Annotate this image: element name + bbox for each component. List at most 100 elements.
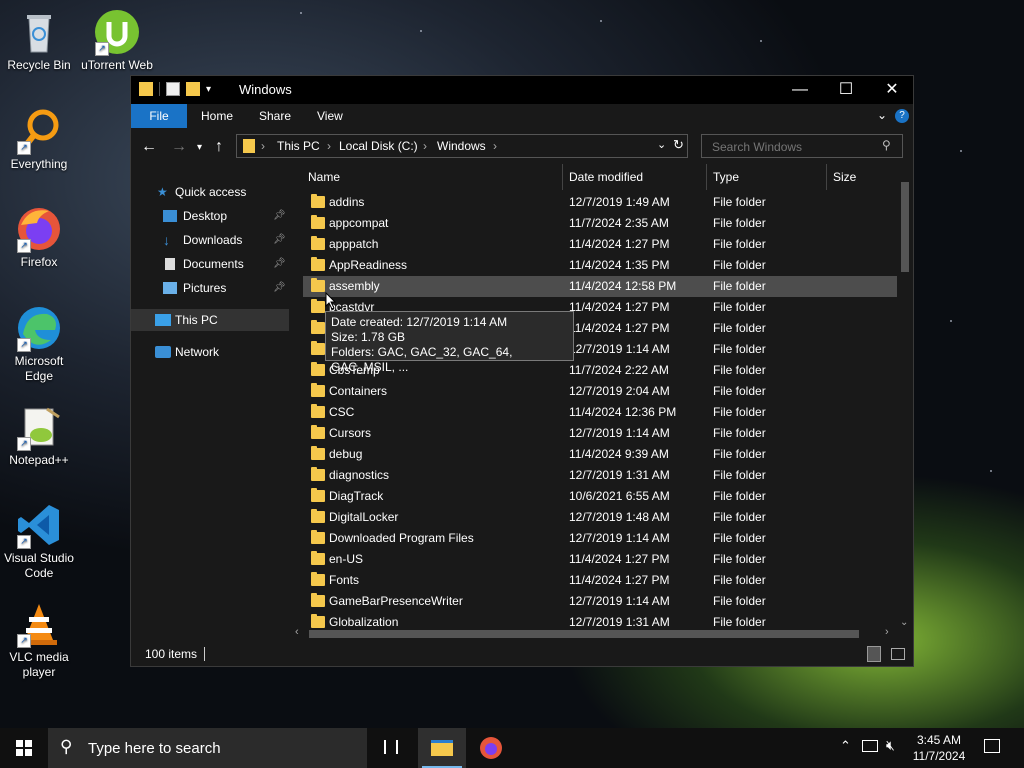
scroll-left-icon[interactable]: ‹ xyxy=(295,626,299,638)
file-type: File folder xyxy=(713,552,766,566)
taskbar-search-box[interactable]: ⚲ Type here to search xyxy=(48,728,367,768)
shortcut-arrow-icon: ↗ xyxy=(17,634,31,648)
recent-locations-icon[interactable]: ▾ xyxy=(197,142,202,153)
nav-desktop[interactable]: Desktop 📌︎ xyxy=(131,205,289,227)
column-date-modified[interactable]: Date modified xyxy=(569,164,643,190)
file-row[interactable]: diagnostics 12/7/2019 1:31 AM File folder xyxy=(303,465,899,486)
breadcrumb-this-pc[interactable]: This PC xyxy=(277,139,320,153)
column-divider[interactable] xyxy=(706,164,707,190)
clock-date: 11/7/2024 xyxy=(912,749,966,763)
tab-share[interactable]: Share xyxy=(245,104,305,128)
nav-downloads[interactable]: ↓ Downloads 📌︎ xyxy=(131,229,289,251)
desktop-icon-notepadpp[interactable]: ↗ Notepad++ xyxy=(1,403,77,468)
file-row[interactable]: Containers 12/7/2019 2:04 AM File folder xyxy=(303,381,899,402)
taskbar-clock[interactable]: 3:45 AM 11/7/2024 xyxy=(904,732,974,764)
file-row[interactable]: apppatch 11/4/2024 1:27 PM File folder xyxy=(303,234,899,255)
file-name: DiagTrack xyxy=(329,489,384,503)
help-icon[interactable]: ? xyxy=(895,109,909,123)
nav-network[interactable]: Network xyxy=(131,341,289,363)
tab-home[interactable]: Home xyxy=(187,104,247,128)
file-row[interactable]: debug 11/4/2024 9:39 AM File folder xyxy=(303,444,899,465)
taskbar-firefox[interactable] xyxy=(467,728,515,768)
details-view-icon[interactable] xyxy=(867,646,881,662)
file-type: File folder xyxy=(713,468,766,482)
column-type[interactable]: Type xyxy=(713,164,739,190)
column-divider[interactable] xyxy=(562,164,563,190)
customize-toolbar-icon[interactable]: ▾ xyxy=(206,84,211,95)
up-arrow-icon[interactable]: ↑ xyxy=(215,138,223,156)
column-divider[interactable] xyxy=(826,164,827,190)
maximize-button[interactable]: ☐ xyxy=(823,76,869,104)
back-arrow-icon[interactable]: ← xyxy=(141,138,157,156)
horizontal-scrollbar[interactable]: ‹ › xyxy=(291,626,897,642)
shortcut-arrow-icon: ↗ xyxy=(95,42,109,56)
desktop-icon-label: Visual Studio Code xyxy=(4,551,74,580)
network-status-icon[interactable] xyxy=(862,740,878,752)
desktop-icon-edge[interactable]: ↗ Microsoft Edge xyxy=(1,304,77,384)
desktop-icon-vlc[interactable]: ↗ VLC media player xyxy=(1,600,77,680)
scroll-right-icon[interactable]: › xyxy=(885,626,889,638)
file-row[interactable]: en-US 11/4/2024 1:27 PM File folder xyxy=(303,549,899,570)
file-name: CSC xyxy=(329,405,355,419)
close-button[interactable]: ✕ xyxy=(869,76,915,104)
scroll-thumb[interactable] xyxy=(901,182,909,272)
volume-muted-icon[interactable]: 🔇︎ xyxy=(886,737,895,754)
taskbar-file-explorer[interactable] xyxy=(418,728,466,768)
desktop-icon-vscode[interactable]: ↗ Visual Studio Code xyxy=(1,501,77,581)
vertical-scrollbar[interactable]: ⌄ xyxy=(897,178,913,628)
task-view-button[interactable] xyxy=(368,728,416,768)
desktop-icon-recycle-bin[interactable]: Recycle Bin xyxy=(1,8,77,73)
address-dropdown-icon[interactable]: ⌄ xyxy=(657,138,666,151)
address-bar[interactable]: › This PC › Local Disk (C:) › Windows › … xyxy=(236,134,688,158)
file-date-modified: 11/4/2024 1:27 PM xyxy=(569,237,670,251)
desktop-icon-firefox[interactable]: ↗ Firefox xyxy=(1,205,77,270)
tab-view[interactable]: View xyxy=(303,104,357,128)
file-row[interactable]: AppReadiness 11/4/2024 1:35 PM File folder xyxy=(303,255,899,276)
file-row[interactable]: assembly 11/4/2024 12:58 PM File folder xyxy=(303,276,899,297)
clock-time: 3:45 AM xyxy=(916,733,962,747)
search-box[interactable]: ⚲ xyxy=(701,134,903,158)
large-icons-view-icon[interactable] xyxy=(891,648,905,660)
refresh-icon[interactable]: ↻ xyxy=(673,137,684,153)
nav-pictures[interactable]: Pictures 📌︎ xyxy=(131,277,289,299)
desktop-icon-label: uTorrent Web xyxy=(81,58,153,72)
folder-icon xyxy=(139,82,153,96)
search-input[interactable] xyxy=(710,139,874,155)
column-name[interactable]: Name xyxy=(308,164,340,190)
show-hidden-icons-icon[interactable]: ⌃ xyxy=(840,738,851,754)
file-type: File folder xyxy=(713,426,766,440)
new-folder-icon[interactable] xyxy=(186,82,200,96)
file-row[interactable]: appcompat 11/7/2024 2:35 AM File folder xyxy=(303,213,899,234)
file-type: File folder xyxy=(713,321,766,335)
file-row[interactable]: DigitalLocker 12/7/2019 1:48 AM File folde… xyxy=(303,507,899,528)
file-row[interactable]: Downloaded Program Files 12/7/2019 1:14 A… xyxy=(303,528,899,549)
column-size[interactable]: Size xyxy=(833,164,856,190)
file-row[interactable]: Fonts 11/4/2024 1:27 PM File folder xyxy=(303,570,899,591)
properties-icon[interactable] xyxy=(166,82,180,96)
notifications-icon[interactable] xyxy=(984,739,1000,753)
desktop-icon-utorrent[interactable]: ↗ uTorrent Web xyxy=(79,8,155,73)
file-row[interactable]: DiagTrack 10/6/2021 6:55 AM File folder xyxy=(303,486,899,507)
quick-access-toolbar: ▾ xyxy=(139,82,211,96)
file-row[interactable]: addins 12/7/2019 1:49 AM File folder xyxy=(303,192,899,213)
nav-documents[interactable]: Documents 📌︎ xyxy=(131,253,289,275)
file-row[interactable]: GameBarPresenceWriter 12/7/2019 1:14 AM Fi… xyxy=(303,591,899,612)
file-name: debug xyxy=(329,447,363,461)
minimize-button[interactable]: — xyxy=(777,76,823,104)
nav-this-pc[interactable]: This PC xyxy=(131,309,289,331)
tab-file[interactable]: File xyxy=(131,104,187,128)
desktop-icon-everything[interactable]: ↗ Everything xyxy=(1,107,77,172)
file-type: File folder xyxy=(713,573,766,587)
firefox-icon: ↗ xyxy=(15,205,63,253)
breadcrumb-windows[interactable]: Windows xyxy=(437,139,486,153)
nav-quick-access[interactable]: ★ Quick access xyxy=(131,181,289,203)
breadcrumb-local-disk[interactable]: Local Disk (C:) xyxy=(339,139,418,153)
expand-ribbon-icon[interactable]: ⌄ xyxy=(877,108,887,122)
scroll-thumb[interactable] xyxy=(309,630,859,638)
file-row[interactable]: Cursors 12/7/2019 1:14 AM File folder xyxy=(303,423,899,444)
mouse-cursor-icon xyxy=(325,292,337,310)
scroll-down-icon[interactable]: ⌄ xyxy=(900,617,908,628)
file-row[interactable]: CSC 11/4/2024 12:36 PM File folder xyxy=(303,402,899,423)
start-button[interactable] xyxy=(0,728,48,768)
forward-arrow-icon[interactable]: → xyxy=(171,138,187,156)
